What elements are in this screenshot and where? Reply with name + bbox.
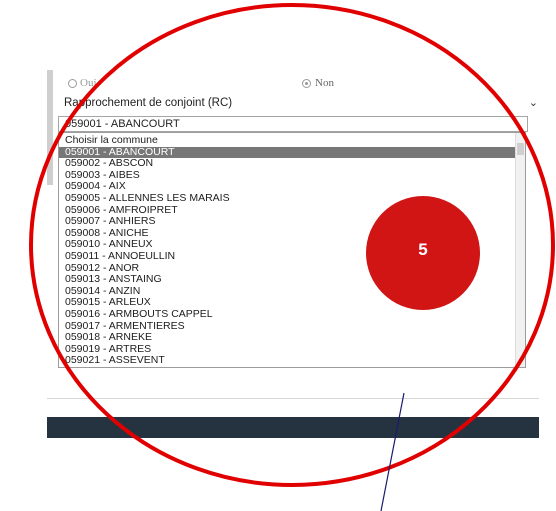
pointer-line: [380, 392, 405, 511]
step-number: 5: [418, 240, 428, 259]
step-badge: 5: [366, 196, 480, 310]
